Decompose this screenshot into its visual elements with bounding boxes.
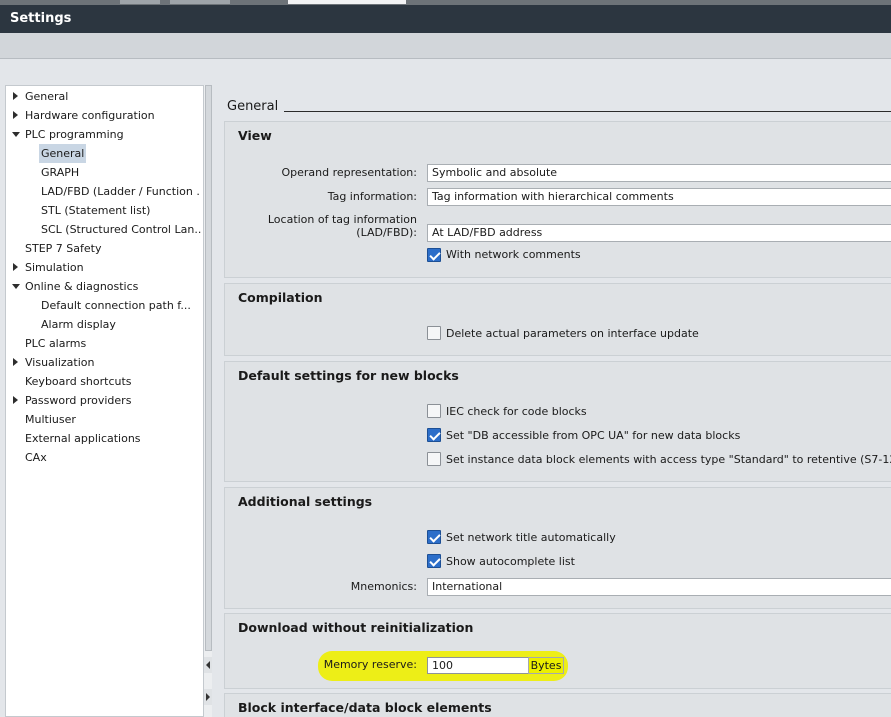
db-accessible-checkbox[interactable] <box>427 428 441 442</box>
nav-item-label: SCL (Structured Control Lan... <box>41 223 201 236</box>
memory-unit-label: Bytes <box>528 657 564 674</box>
operand-representation-label: Operand representation: <box>281 166 417 179</box>
nav-item-label: General <box>39 144 87 163</box>
nav-item-label: Online & diagnostics <box>25 280 139 293</box>
nav-item-label: PLC programming <box>25 128 124 141</box>
tag-information-select[interactable]: Tag information with hierarchical commen… <box>427 188 891 206</box>
nav-item-keyboard-shortcuts[interactable]: Keyboard shortcuts <box>11 372 201 391</box>
nav-item-label: Password providers <box>25 394 132 407</box>
location-tag-info-select[interactable]: At LAD/FBD address <box>427 224 891 242</box>
toolbar-controls-2 <box>170 0 230 4</box>
location-tag-info-label-1: Location of tag information <box>267 213 417 226</box>
nav-item-label: Keyboard shortcuts <box>25 375 132 388</box>
sidebar-scrollbar[interactable] <box>203 85 212 717</box>
expand-arrow-icon[interactable] <box>11 391 21 410</box>
nav-item-password-providers[interactable]: Password providers <box>11 391 201 410</box>
nav-item-alarm-display[interactable]: Alarm display <box>27 315 201 334</box>
nav-item-stl[interactable]: STL (Statement list) <box>27 201 201 220</box>
nav-item-label: Multiuser <box>25 413 76 426</box>
iec-check-checkbox[interactable] <box>427 404 441 418</box>
nav-item-label: Alarm display <box>41 318 116 331</box>
title-bar: Settings <box>0 5 891 33</box>
mnemonics-label: Mnemonics: <box>350 580 417 593</box>
nav-item-label: Default connection path f... <box>41 299 191 312</box>
section-block-interface: Block interface/data block elements <box>224 693 891 717</box>
operand-representation-select[interactable]: Symbolic and absolute <box>427 164 891 182</box>
heading-divider <box>284 111 891 112</box>
tag-information-label: Tag information: <box>327 190 417 203</box>
section-title: Download without reinitialization <box>238 620 474 635</box>
toolbar-band <box>0 33 891 59</box>
instance-retentive-label: Set instance data block elements with ac… <box>446 453 891 466</box>
section-title: Additional settings <box>238 494 373 509</box>
header-band <box>0 60 891 85</box>
nav-item-plc-alarms[interactable]: PLC alarms <box>11 334 201 353</box>
nav-item-label: Simulation <box>25 261 84 274</box>
nav-item-label: External applications <box>25 432 141 445</box>
page-title: General <box>227 99 279 114</box>
delete-params-checkbox[interactable] <box>427 326 441 340</box>
nav-item-label: LAD/FBD (Ladder / Function ... <box>41 185 201 198</box>
nav-item-plc-programming[interactable]: PLC programming <box>11 125 201 144</box>
network-title-label: Set network title automatically <box>446 531 616 544</box>
memory-reserve-input[interactable]: 100 <box>427 657 529 674</box>
section-compilation: Compilation <box>224 283 891 356</box>
scroll-right-icon[interactable] <box>204 689 212 705</box>
nav-item-label: Hardware configuration <box>25 109 155 122</box>
nav-item-cax[interactable]: CAx <box>11 448 201 467</box>
settings-nav-tree: General Hardware configuration PLC progr… <box>5 85 203 717</box>
nav-item-multiuser[interactable]: Multiuser <box>11 410 201 429</box>
delete-params-label: Delete actual parameters on interface up… <box>446 327 699 340</box>
nav-item-general[interactable]: General <box>11 87 201 106</box>
expand-arrow-icon[interactable] <box>11 106 21 125</box>
db-accessible-label: Set "DB accessible from OPC UA" for new … <box>446 429 741 442</box>
nav-item-label: STL (Statement list) <box>41 204 151 217</box>
instance-retentive-checkbox[interactable] <box>427 452 441 466</box>
nav-item-plc-general[interactable]: General <box>27 144 201 163</box>
nav-item-label: GRAPH <box>41 166 80 179</box>
nav-item-label: General <box>25 90 69 103</box>
nav-item-online-diagnostics[interactable]: Online & diagnostics <box>11 277 201 296</box>
location-tag-info-label-2: (LAD/FBD): <box>356 226 417 239</box>
nav-item-step7-safety[interactable]: STEP 7 Safety <box>11 239 201 258</box>
toolbar-dropdown[interactable] <box>288 0 406 4</box>
toolbar-controls <box>120 0 160 4</box>
autocomplete-label: Show autocomplete list <box>446 555 575 568</box>
nav-item-lad-fbd[interactable]: LAD/FBD (Ladder / Function ... <box>27 182 201 201</box>
nav-item-label: STEP 7 Safety <box>25 242 102 255</box>
collapse-arrow-icon[interactable] <box>11 125 21 144</box>
window-title: Settings <box>10 11 72 26</box>
network-comments-checkbox[interactable] <box>427 248 441 262</box>
section-title: Default settings for new blocks <box>238 368 459 383</box>
scrollbar-thumb[interactable] <box>205 85 212 651</box>
nav-item-scl[interactable]: SCL (Structured Control Lan... <box>27 220 201 239</box>
expand-arrow-icon[interactable] <box>11 258 21 277</box>
expand-arrow-icon[interactable] <box>11 87 21 106</box>
nav-item-label: PLC alarms <box>25 337 87 350</box>
scroll-left-icon[interactable] <box>204 657 212 673</box>
nav-item-graph[interactable]: GRAPH <box>27 163 201 182</box>
nav-item-simulation[interactable]: Simulation <box>11 258 201 277</box>
nav-item-default-connection-path[interactable]: Default connection path f... <box>27 296 201 315</box>
nav-item-visualization[interactable]: Visualization <box>11 353 201 372</box>
section-title: View <box>238 128 272 143</box>
mnemonics-select[interactable]: International <box>427 578 891 596</box>
autocomplete-checkbox[interactable] <box>427 554 441 568</box>
collapse-arrow-icon[interactable] <box>11 277 21 296</box>
iec-check-label: IEC check for code blocks <box>446 405 587 418</box>
network-comments-label: With network comments <box>446 248 581 261</box>
nav-item-label: CAx <box>25 451 47 464</box>
section-title: Compilation <box>238 290 323 305</box>
network-title-checkbox[interactable] <box>427 530 441 544</box>
expand-arrow-icon[interactable] <box>11 353 21 372</box>
memory-reserve-label: Memory reserve: <box>323 658 417 671</box>
nav-item-external-applications[interactable]: External applications <box>11 429 201 448</box>
section-title: Block interface/data block elements <box>238 700 492 715</box>
nav-item-label: Visualization <box>25 356 95 369</box>
nav-item-hardware-configuration[interactable]: Hardware configuration <box>11 106 201 125</box>
